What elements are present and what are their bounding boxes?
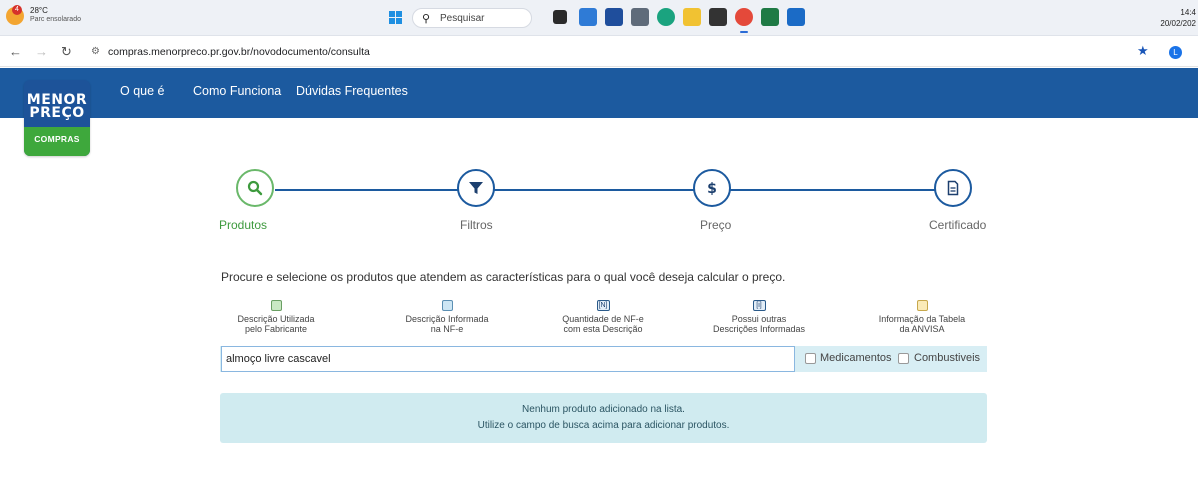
legend-nfe: Descrição Informada na NF-e [382, 300, 512, 334]
step-label-filtros: Filtros [460, 218, 493, 232]
forward-arrow-icon[interactable]: → [35, 44, 48, 59]
legend-line2: com esta Descrição [563, 324, 643, 334]
legend-line1: Descrição Informada [405, 314, 489, 324]
clock-date: 20/02/202 [1160, 19, 1196, 28]
document-icon [947, 180, 959, 196]
sticky-notes-icon[interactable] [709, 8, 727, 26]
outlook-icon[interactable] [787, 8, 805, 26]
legend-swatch-blue [441, 300, 453, 311]
menu-item-duvidas-frequentes[interactable]: Dúvidas Frequentes [296, 84, 408, 98]
browser-toolbar: ← → ↻ ⚙ compras.menorpreco.pr.gov.br/nov… [0, 37, 1198, 67]
legend-swatch-yellow [916, 300, 928, 311]
windows-taskbar: 4 28°C Parc ensolarado ⚲ Pesquisar 14:4 … [0, 0, 1198, 36]
profile-avatar[interactable]: L [1169, 46, 1182, 59]
legend-line2: Descrições Informadas [712, 324, 806, 334]
notification-badge: 4 [12, 5, 22, 15]
weather-condition: Parc ensolarado [30, 16, 81, 23]
step-produtos[interactable] [236, 169, 274, 207]
empty-list-message: Nenhum produto adicionado na lista. Util… [220, 393, 987, 443]
clock-time: 14:4 [1180, 8, 1196, 17]
step-connector [494, 189, 694, 191]
step-filtros[interactable] [457, 169, 495, 207]
calendar-icon[interactable] [605, 8, 623, 26]
site-header: O que é Como Funciona Dúvidas Frequentes [0, 68, 1198, 118]
reload-icon[interactable]: ↻ [61, 44, 72, 60]
bookmark-star-icon[interactable]: ★ [1137, 43, 1149, 59]
taskbar-apps [553, 8, 843, 33]
system-clock[interactable]: 14:4 20/02/202 [1160, 7, 1196, 29]
legend-line1: Quantidade de NF-e [562, 314, 644, 324]
step-label-produtos: Produtos [219, 218, 268, 232]
step-label-preco: Preço [700, 218, 732, 232]
edge-icon[interactable] [657, 8, 675, 26]
legend-line2: pelo Fabricante [244, 324, 308, 334]
menu-item-como-funciona[interactable]: Como Funciona [193, 84, 281, 98]
medicamentos-label[interactable]: Medicamentos [820, 352, 892, 364]
search-icon: ⚲ [422, 13, 431, 25]
combustiveis-label[interactable]: Combustiveis [914, 352, 980, 364]
empty-message-line2: Utilize o campo de busca acima para adic… [477, 420, 730, 431]
legend-swatch-green [270, 300, 282, 311]
legend-line2: na NF-e [430, 324, 464, 334]
excel-icon[interactable] [761, 8, 779, 26]
product-search-input[interactable] [221, 346, 795, 372]
weather-widget[interactable]: 4 28°C Parc ensolarado [4, 5, 104, 31]
menu-item-o-que-e[interactable]: O que é [120, 84, 164, 98]
step-connector [275, 189, 458, 191]
weather-temp: 28°C [30, 6, 48, 15]
step-connector [730, 189, 935, 191]
file-explorer-icon[interactable] [683, 8, 701, 26]
search-icon [247, 180, 263, 196]
step-certificado[interactable] [934, 169, 972, 207]
legend-outras: [i] Possui outras Descrições Informadas [694, 300, 824, 334]
instructions-text: Procure e selecione os produtos que aten… [221, 270, 786, 284]
dollar-icon: $ [707, 181, 717, 196]
combustiveis-checkbox[interactable] [898, 353, 909, 364]
legend-line1: Descrição Utilizada [237, 314, 315, 324]
windows-start-icon[interactable] [389, 11, 403, 25]
step-label-certificado: Certificado [929, 218, 987, 232]
legend-quantidade: [N] Quantidade de NF-e com esta Descriçã… [538, 300, 668, 334]
taskbar-search[interactable]: ⚲ Pesquisar [412, 8, 532, 28]
store-icon[interactable] [579, 8, 597, 26]
calculator-icon[interactable] [631, 8, 649, 26]
taskbar-search-label: Pesquisar [440, 13, 485, 24]
nfe-count-icon: [N] [596, 300, 610, 311]
logo-line2: PREÇO [29, 105, 85, 121]
legend-fabricante: Descrição Utilizada pelo Fabricante [211, 300, 341, 334]
menor-preco-logo[interactable]: MENOR PREÇO COMPRAS [24, 80, 90, 156]
address-bar[interactable]: compras.menorpreco.pr.gov.br/novodocumen… [108, 46, 370, 58]
legend-line1: Possui outras [731, 314, 787, 324]
filter-icon [469, 182, 483, 194]
legend-line1: Informação da Tabela [878, 314, 966, 324]
medicamentos-checkbox[interactable] [805, 353, 816, 364]
site-info-icon[interactable]: ⚙ [91, 46, 100, 57]
legend-anvisa: Informação da Tabela da ANVISA [857, 300, 987, 334]
chrome-icon[interactable] [735, 8, 753, 33]
empty-message-line1: Nenhum produto adicionado na lista. [522, 404, 685, 415]
info-icon: [i] [752, 300, 766, 311]
task-view-icon[interactable] [553, 10, 567, 24]
svg-text:$: $ [707, 181, 717, 196]
back-arrow-icon[interactable]: ← [9, 44, 22, 59]
logo-line3: COMPRAS [34, 134, 80, 144]
legend-line2: da ANVISA [899, 324, 945, 334]
search-row: Medicamentos Combustiveis [220, 346, 987, 372]
step-preco[interactable]: $ [693, 169, 731, 207]
